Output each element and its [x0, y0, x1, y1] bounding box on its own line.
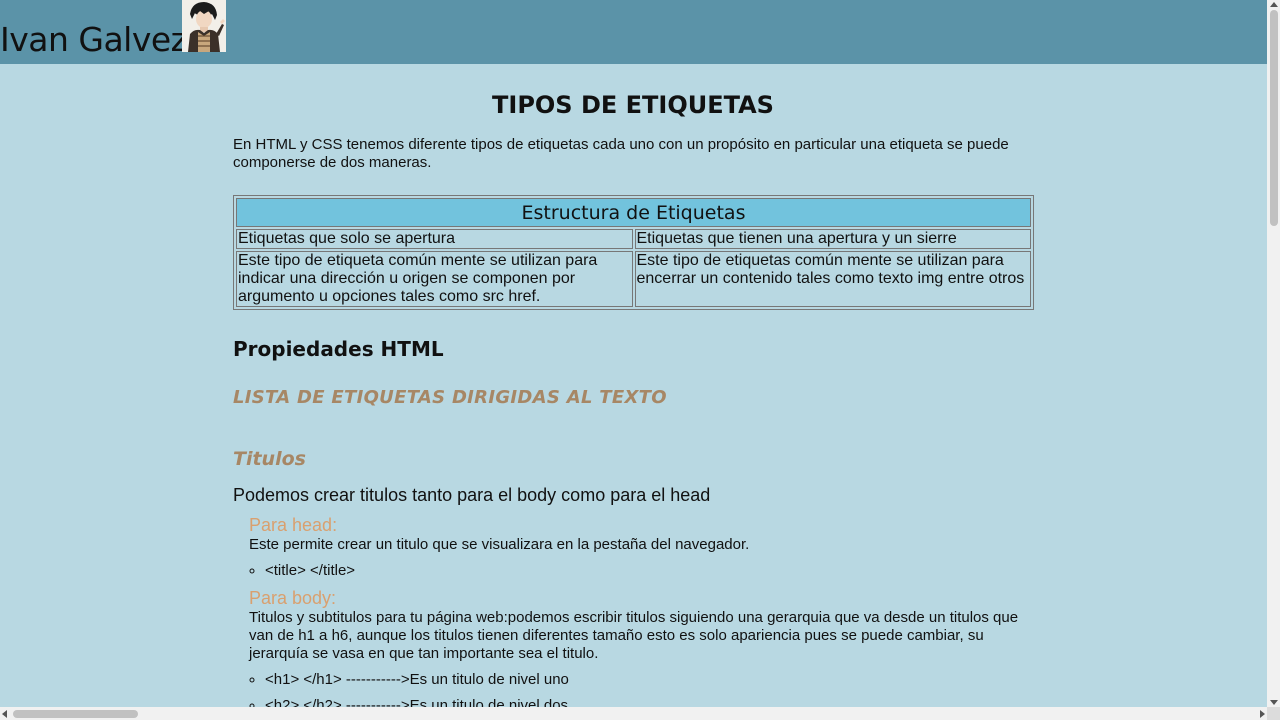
scroll-left-icon[interactable] [2, 710, 7, 718]
vertical-scrollbar[interactable] [1267, 0, 1280, 707]
head-section-heading: Para head: [249, 515, 338, 535]
head-section-list: <title> </title> [249, 562, 1039, 580]
page-title: TIPOS DE ETIQUETAS [492, 91, 774, 119]
table-caption: Estructura de Etiquetas [236, 198, 1031, 227]
table-cell: Este tipo de etiqueta común mente se uti… [236, 251, 633, 307]
list-item: <h1> </h1> ----------->Es un titulo de n… [265, 671, 1039, 689]
site-header: Ivan Galvez [0, 0, 1267, 64]
body-section: Para body: Titulos y subtitulos para tu … [249, 588, 1039, 715]
table-cell: Este tipo de etiquetas común mente se ut… [634, 251, 1031, 307]
scroll-right-icon[interactable] [1260, 710, 1265, 718]
section-heading-lista: LISTA DE ETIQUETAS DIRIGIDAS AL TEXTO [233, 387, 667, 408]
section-heading-propiedades: Propiedades HTML [233, 337, 444, 361]
scroll-up-icon[interactable] [1270, 2, 1278, 7]
structure-table: Estructura de Etiquetas Etiquetas que so… [233, 195, 1034, 310]
avatar-illustration [182, 0, 226, 52]
list-item: <title> </title> [265, 562, 1039, 580]
scrollbar-corner [1267, 707, 1280, 720]
intro-paragraph: En HTML y CSS tenemos diferente tipos de… [233, 136, 1009, 171]
horizontal-scrollbar[interactable] [0, 707, 1267, 720]
vertical-scroll-thumb[interactable] [1270, 10, 1278, 226]
body-section-text: Titulos y subtitulos para tu página web:… [249, 609, 1019, 662]
head-section: Para head: Este permite crear un titulo … [249, 515, 1039, 580]
site-name: Ivan Galvez [0, 20, 188, 59]
table-header-cell: Etiquetas que solo se apertura [236, 229, 633, 249]
table-header-cell: Etiquetas que tienen una apertura y un s… [634, 229, 1031, 249]
head-section-text: Este permite crear un titulo que se visu… [249, 536, 750, 553]
scroll-down-icon[interactable] [1270, 700, 1278, 705]
titulos-lead: Podemos crear titulos tanto para el body… [233, 485, 711, 505]
horizontal-scroll-thumb[interactable] [13, 710, 138, 718]
body-section-heading: Para body: [249, 588, 337, 608]
section-heading-titulos: Titulos [233, 448, 306, 470]
avatar [182, 0, 226, 52]
